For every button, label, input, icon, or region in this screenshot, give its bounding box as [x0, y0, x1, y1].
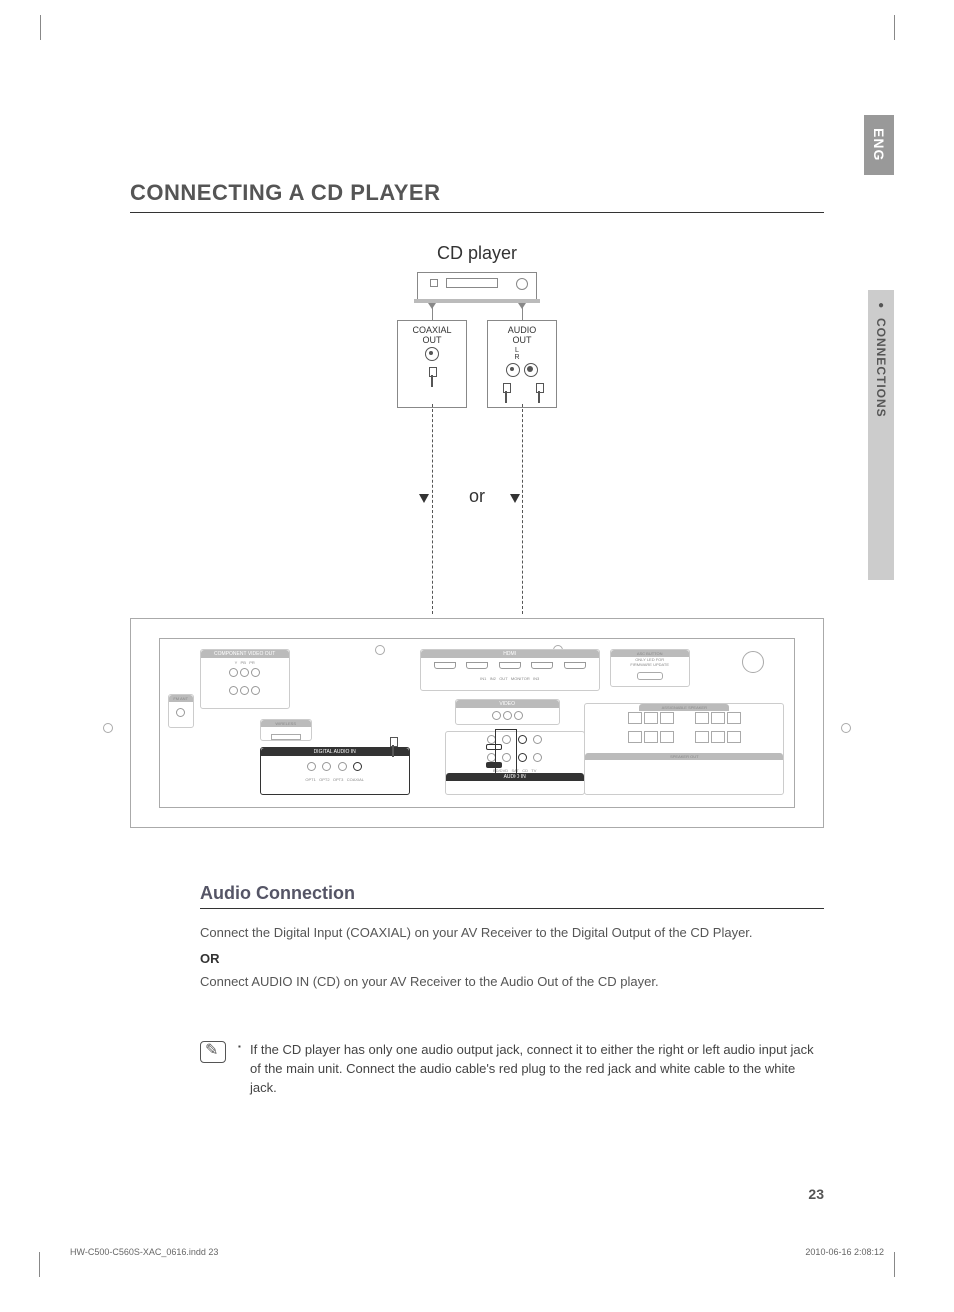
hdmi-panel: HDMI IN1 IN2 OUT MONITOR IN3 [420, 649, 600, 691]
or-label: or [469, 486, 485, 507]
coaxial-jack-icon [425, 347, 439, 361]
hdmi-port-icon [434, 662, 456, 669]
section-tab: CONNECTIONS [868, 290, 894, 580]
audio-connection-heading: Audio Connection [200, 883, 824, 909]
hdmi-port-icon [531, 662, 553, 669]
audio-r-jack-icon [524, 363, 538, 377]
crop-mark [40, 15, 60, 35]
audio-connection-p2: Connect AUDIO IN (CD) on your AV Receive… [200, 972, 824, 992]
audio-out-box: AUDIO OUT L R [487, 320, 557, 408]
cd-player-label: CD player [130, 243, 824, 264]
section-tab-label: CONNECTIONS [874, 318, 888, 418]
screw-icon [103, 723, 113, 733]
coaxial-in-jack-icon [353, 762, 362, 771]
screw-icon [375, 645, 385, 655]
large-terminal-icon [742, 651, 764, 673]
video-panel: VIDEO [455, 699, 560, 725]
lr-labels: L R [492, 347, 552, 361]
screw-icon [841, 723, 851, 733]
component-video-out-panel: COMPONENT VIDEO OUT Y PB PR [200, 649, 290, 709]
disc-tray-icon [446, 278, 498, 288]
coaxial-out-label: OUT [402, 335, 462, 345]
note-text: If the CD player has only one audio outp… [238, 1041, 824, 1098]
audio-connection-p1: Connect the Digital Input (COAXIAL) on y… [200, 923, 824, 943]
audio-cable-line [522, 404, 523, 614]
crop-mark [40, 1257, 60, 1277]
page-heading: CONNECTING A CD PLAYER [130, 180, 824, 213]
panel-title: ASC BUTTON [611, 650, 689, 657]
page-number: 23 [808, 1186, 824, 1202]
hdmi-port-icon [564, 662, 586, 669]
audio-connection-or: OR [200, 951, 824, 966]
panel-title: HDMI [421, 650, 599, 658]
audio-plug-l-icon [501, 383, 511, 403]
audio-in-cd-l-jack-icon [518, 735, 527, 744]
fm-antenna-panel: FM ANT [168, 694, 194, 728]
connection-diagram: CD player COAXIAL OUT AUDIO OUT L R [130, 243, 824, 843]
crop-mark [874, 1257, 894, 1277]
coaxial-plug-icon [427, 367, 437, 387]
audio-plug-landing-l-icon [486, 737, 502, 755]
wireless-panel: WIRELESS [260, 719, 312, 741]
av-receiver-rear-panel: COMPONENT VIDEO OUT Y PB PR FM ANT HDMI [130, 618, 824, 828]
audio-in-cd-r-jack-icon [518, 753, 527, 762]
arrow-down-icon [510, 494, 520, 503]
arrow-down-icon [419, 494, 429, 503]
crop-mark [874, 15, 894, 35]
coaxial-out-box: COAXIAL OUT [397, 320, 467, 408]
asc-panel: ASC BUTTON ONLY LED FOR FIRMWARE UPDATE [610, 649, 690, 687]
language-tab: ENG [864, 115, 894, 175]
speaker-out-panel: ASSIGNABLE SPEAKER SPEAKER OUT [584, 703, 784, 795]
audio-plug-r-icon [534, 383, 544, 403]
panel-title: COMPONENT VIDEO OUT [201, 650, 289, 658]
panel-title: SPEAKER OUT [585, 753, 783, 760]
audio-l-jack-icon [506, 363, 520, 377]
footer-timestamp: 2010-06-16 2:08:12 [805, 1247, 884, 1257]
hdmi-port-icon [466, 662, 488, 669]
audio-plug-landing-r-icon [486, 755, 502, 773]
coaxial-cable-line [432, 404, 433, 614]
coaxial-plug-landing-icon [388, 737, 398, 757]
panel-title: VIDEO [456, 700, 559, 708]
panel-title: ASSIGNABLE SPEAKER [639, 704, 729, 711]
eject-icon [430, 279, 438, 287]
panel-title: WIRELESS [261, 720, 311, 727]
hdmi-port-icon [499, 662, 521, 669]
panel-title: DIGITAL AUDIO IN [261, 748, 409, 756]
footer-filename: HW-C500-C560S-XAC_0616.indd 23 [70, 1247, 218, 1257]
cd-player-drawing [417, 272, 537, 300]
coaxial-label: COAXIAL [402, 325, 462, 335]
note-icon [200, 1041, 226, 1063]
audio-out-label: OUT [492, 335, 552, 345]
dial-icon [516, 278, 528, 290]
audio-label: AUDIO [492, 325, 552, 335]
panel-title: FM ANT [169, 695, 193, 702]
